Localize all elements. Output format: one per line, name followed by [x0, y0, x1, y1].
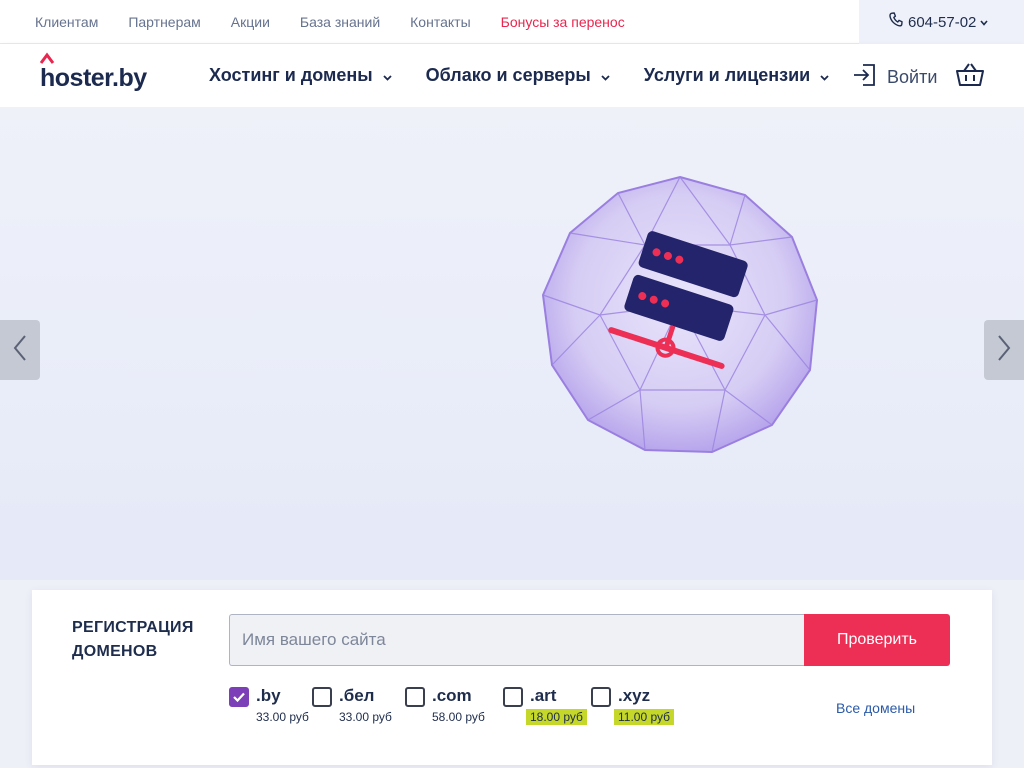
chevron-right-icon	[997, 334, 1011, 367]
domain-search-input[interactable]	[229, 614, 805, 666]
toplink-contacts[interactable]: Контакты	[410, 14, 470, 30]
hero-slider	[0, 107, 1024, 580]
phone-number: 604-57-02	[908, 13, 977, 31]
domain-registration-panel: Регистрация доменов Проверить .by 33.00 …	[32, 590, 992, 765]
zone-name: .art	[530, 686, 557, 705]
logo-roof-icon	[40, 52, 55, 64]
phone-dropdown[interactable]: 604-57-02	[859, 0, 1024, 44]
zone-price-promo: 11.00 руб	[614, 709, 675, 725]
chevron-down-icon	[820, 65, 829, 86]
nav-label: Услуги и лицензии	[643, 65, 811, 85]
zone-checkbox[interactable]	[503, 687, 523, 707]
logo-text: hoster.by	[40, 64, 147, 92]
zone-name: .xyz	[618, 686, 651, 705]
toplink-partners[interactable]: Партнерам	[128, 14, 200, 30]
all-domains-link[interactable]: Все домены	[836, 700, 915, 716]
phone-icon	[889, 12, 903, 32]
cart-icon[interactable]	[955, 62, 985, 93]
toplink-clients[interactable]: Клиентам	[35, 14, 98, 30]
checkmark-icon	[233, 692, 245, 703]
nav-hosting-domains[interactable]: Хостинг и домены	[209, 65, 392, 86]
login-label: Войти	[887, 67, 938, 87]
login-icon	[852, 62, 878, 93]
panel-title: Регистрация доменов	[72, 619, 194, 660]
zone-name: .бел	[339, 686, 375, 705]
zone-name: .com	[432, 686, 472, 705]
toplink-promotions[interactable]: Акции	[231, 14, 270, 30]
chevron-down-icon	[601, 65, 610, 86]
slider-next-button[interactable]	[984, 320, 1024, 380]
zone-checkbox[interactable]	[591, 687, 611, 707]
zone-checkbox[interactable]	[229, 687, 249, 707]
zone-name: .by	[256, 686, 281, 705]
chevron-down-icon	[382, 65, 392, 86]
logo[interactable]: hoster.by	[40, 52, 150, 92]
main-header: hoster.by Хостинг и домены Облако и серв…	[0, 44, 1024, 107]
top-bar: Клиентам Партнерам Акции База знаний Кон…	[0, 0, 1024, 44]
check-domain-button[interactable]: Проверить	[804, 614, 950, 666]
nav-label: Хостинг и домены	[209, 65, 373, 85]
zone-price: 58.00 руб	[432, 710, 485, 724]
chevron-left-icon	[13, 334, 27, 367]
chevron-down-icon	[980, 13, 988, 31]
toplink-knowledge-base[interactable]: База знаний	[300, 14, 380, 30]
zone-price-promo: 18.00 руб	[526, 709, 587, 725]
zone-price: 33.00 руб	[256, 710, 309, 724]
main-nav: Хостинг и домены Облако и серверы Услуги…	[209, 44, 863, 107]
nav-label: Облако и серверы	[425, 65, 591, 85]
top-links: Клиентам Партнерам Акции База знаний Кон…	[35, 0, 655, 44]
server-gem-illustration	[540, 175, 820, 460]
zone-checkbox[interactable]	[405, 687, 425, 707]
zone-price: 33.00 руб	[339, 710, 392, 724]
slider-prev-button[interactable]	[0, 320, 40, 380]
toplink-transfer-bonus[interactable]: Бонусы за перенос	[501, 14, 625, 30]
login-button[interactable]: Войти	[852, 62, 937, 93]
nav-cloud-servers[interactable]: Облако и серверы	[426, 65, 610, 86]
nav-services-licenses[interactable]: Услуги и лицензии	[644, 65, 829, 86]
zone-checkbox[interactable]	[312, 687, 332, 707]
